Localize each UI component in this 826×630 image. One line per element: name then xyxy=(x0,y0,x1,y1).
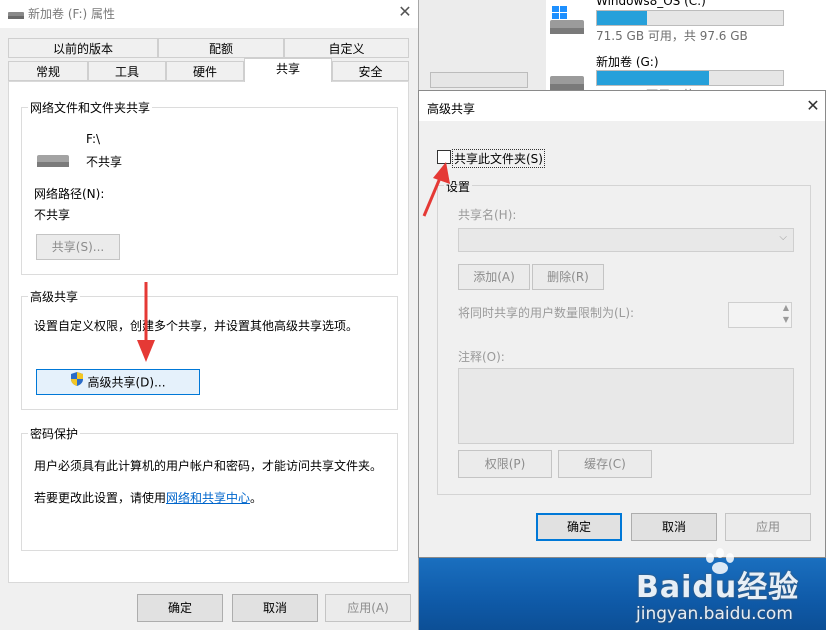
arrow-to-advanced-share xyxy=(137,282,155,362)
arrow-to-share-checkbox xyxy=(422,162,450,217)
watermark-brand: Baidu经验 xyxy=(636,570,800,605)
watermark-url: jingyan.baidu.com xyxy=(636,604,793,624)
baidu-watermark: Baidu经验 jingyan.baidu.com xyxy=(634,548,824,628)
annotation-arrows xyxy=(137,162,450,362)
tab-sharing[interactable]: 共享 xyxy=(244,58,332,82)
